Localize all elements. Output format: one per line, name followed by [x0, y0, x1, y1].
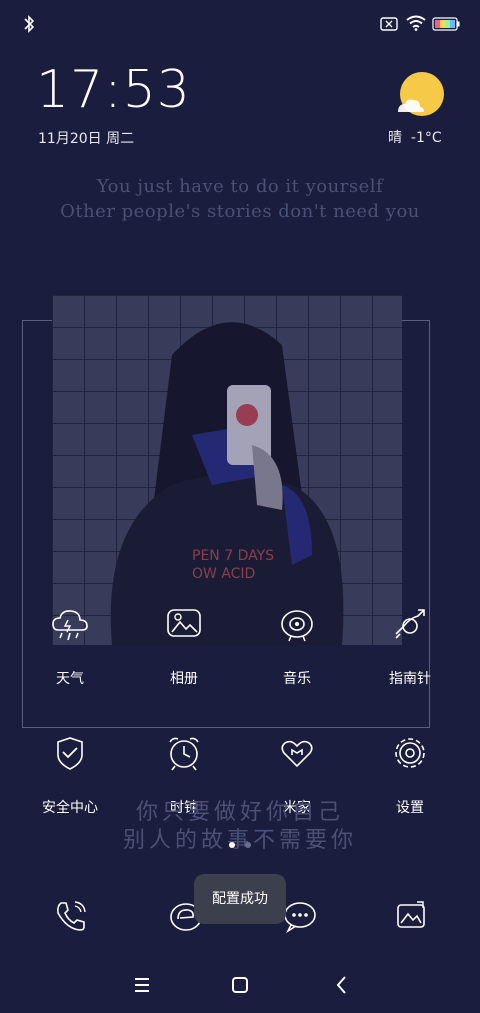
app-label: 音乐 — [283, 671, 311, 687]
navigation-bar — [0, 970, 480, 1000]
app-label: 天气 — [56, 671, 84, 687]
selfie-photo: PEN 7 DAYS OW ACID — [52, 295, 402, 645]
toast-message: 配置成功 — [194, 874, 286, 924]
app-compass[interactable]: 指南针 — [360, 604, 460, 688]
clock-date[interactable]: 11月20日 周二 — [38, 128, 134, 148]
quote-en-line1: You just have to do it yourself — [96, 176, 384, 197]
alarm-clock-icon — [169, 737, 199, 771]
page-dot-active[interactable] — [229, 842, 235, 848]
wifi-icon — [406, 15, 426, 31]
sun-cloud-icon[interactable] — [396, 70, 446, 120]
status-bar — [0, 0, 480, 50]
back-icon[interactable] — [330, 973, 354, 997]
weather-icon — [52, 610, 88, 641]
camera-icon[interactable] — [393, 898, 429, 934]
message-icon[interactable] — [282, 898, 318, 934]
menu-icon[interactable] — [130, 973, 154, 997]
heart-home-icon — [281, 740, 313, 768]
shield-icon — [57, 737, 83, 770]
no-sim-icon — [380, 17, 398, 31]
app-label: 指南针 — [389, 671, 431, 687]
quote-en-line2: Other people's stories don't need you — [60, 201, 420, 222]
app-music[interactable]: 音乐 — [247, 604, 347, 688]
weather-text[interactable]: 晴 -1°C — [388, 127, 442, 147]
clock-time[interactable]: 17:53 — [36, 60, 191, 120]
page-dot[interactable] — [245, 842, 251, 848]
compass-icon — [395, 609, 425, 639]
page-indicator[interactable] — [0, 842, 480, 850]
phone-icon[interactable] — [53, 898, 89, 934]
photo-widget[interactable]: PEN 7 DAYS OW ACID — [52, 295, 402, 645]
bluetooth-icon — [24, 15, 35, 33]
app-gallery[interactable]: 相册 — [134, 604, 234, 688]
app-label: 相册 — [170, 671, 198, 687]
gear-icon — [395, 738, 425, 768]
battery-icon — [432, 17, 460, 31]
home-icon[interactable] — [228, 973, 252, 997]
app-weather[interactable]: 天气 — [20, 604, 120, 688]
music-icon — [281, 610, 313, 642]
gallery-icon — [167, 609, 201, 637]
